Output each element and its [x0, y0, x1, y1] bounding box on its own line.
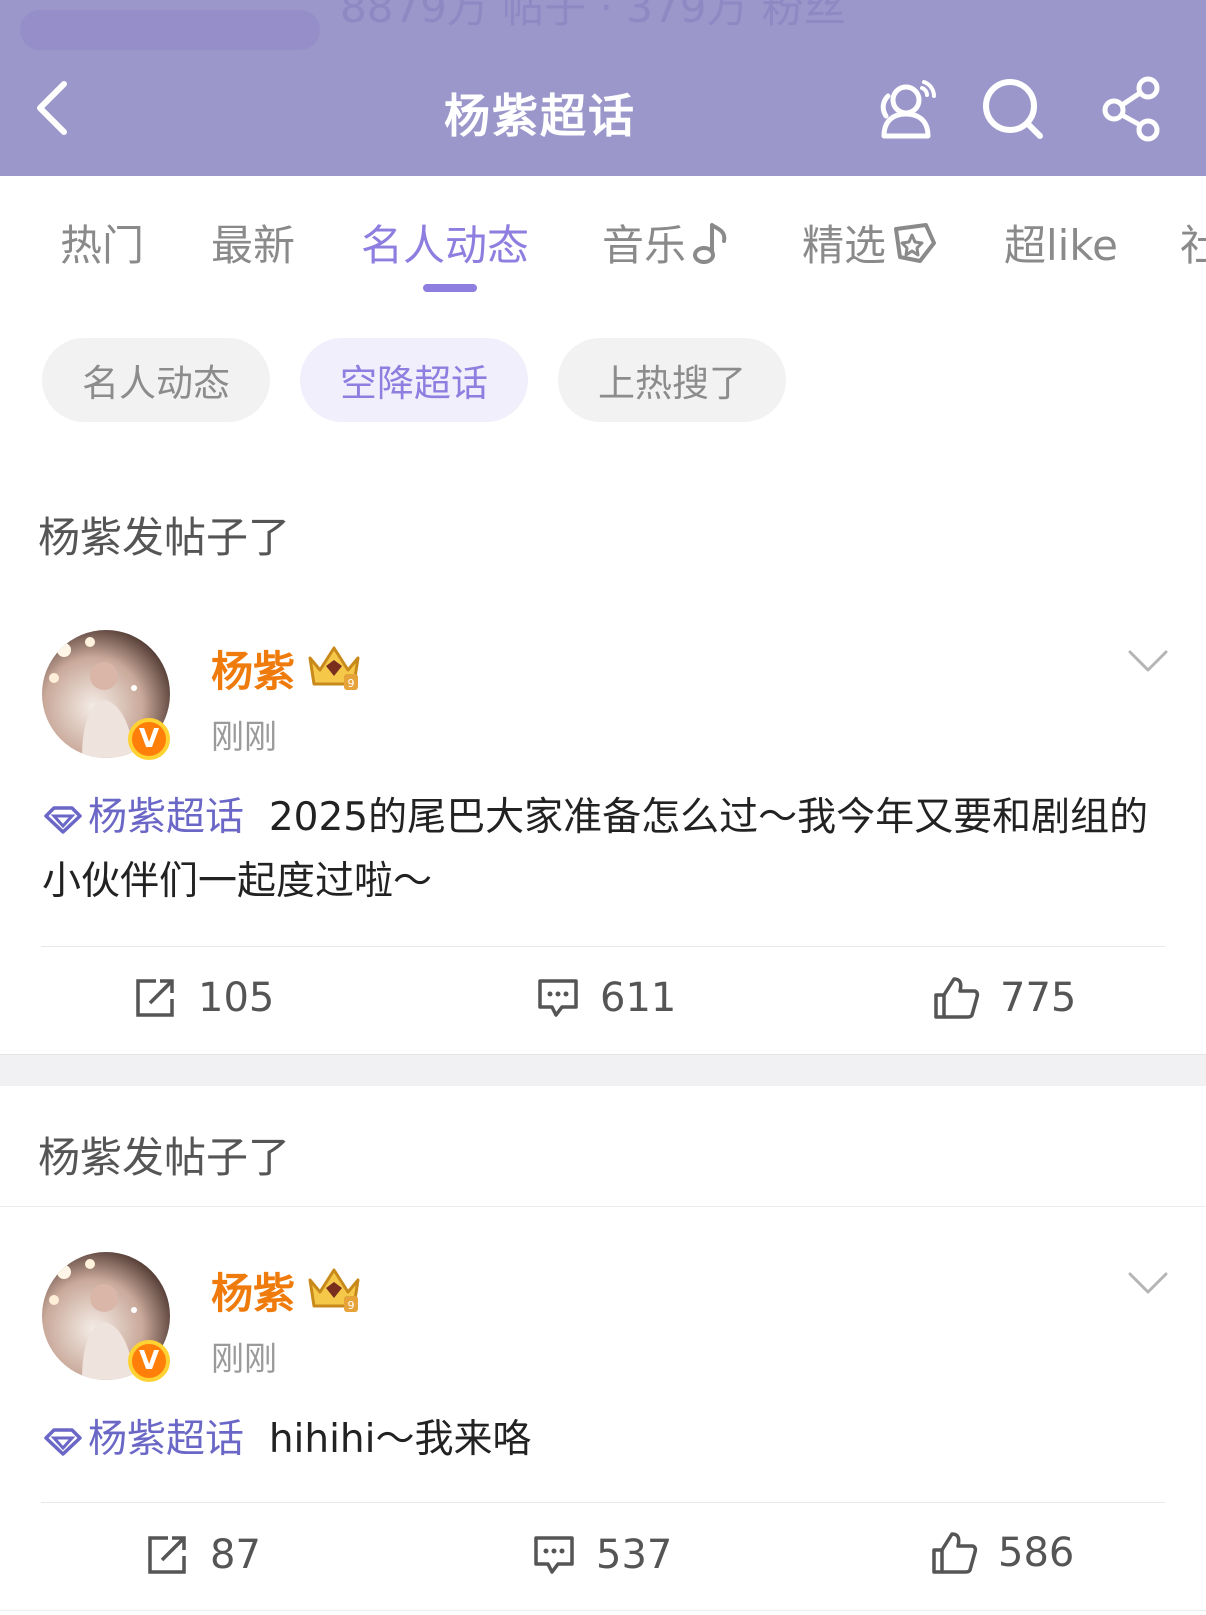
section-title: 杨紫发帖子了	[38, 1133, 291, 1182]
post-text: hihihi～我来咯	[268, 1417, 532, 1462]
svg-text:9: 9	[348, 677, 355, 690]
tab-music[interactable]: 音乐	[602, 212, 730, 273]
author-name[interactable]: 杨紫	[211, 1260, 295, 1321]
crown-level-icon: 9	[308, 1268, 360, 1312]
share-icon	[1102, 76, 1160, 142]
comment-button[interactable]: 537	[532, 1532, 672, 1578]
share-button[interactable]	[1096, 74, 1166, 144]
topic-link[interactable]: 杨紫超话	[42, 795, 244, 840]
post-time: 刚刚	[211, 1339, 277, 1378]
divider	[0, 1610, 1206, 1611]
tab-featured[interactable]: 精选	[802, 212, 938, 273]
faded-background-element	[20, 10, 320, 50]
thumbs-up-icon	[934, 977, 980, 1019]
post-content: 杨紫超话 hihihi～我来咯	[42, 1408, 1172, 1472]
comment-icon	[538, 979, 578, 1017]
star-badge-icon	[894, 222, 937, 263]
chip-airdrop-topic[interactable]: 空降超话	[300, 338, 528, 422]
divider	[41, 946, 1165, 947]
comment-icon	[534, 1536, 574, 1574]
repost-button[interactable]: 105	[134, 975, 274, 1021]
like-button[interactable]: 775	[932, 975, 1076, 1021]
filter-chips: 名人动态 空降超话 上热搜了	[0, 338, 1206, 424]
chip-celebrity-news[interactable]: 名人动态	[42, 338, 270, 422]
divider	[0, 1206, 1206, 1207]
repost-icon	[148, 1536, 186, 1574]
diamond-topic-icon	[44, 806, 82, 834]
divider	[41, 1502, 1165, 1503]
tab-celebrity-news[interactable]: 名人动态	[361, 212, 529, 273]
thumbs-up-icon	[932, 1532, 978, 1574]
search-button[interactable]	[978, 74, 1048, 144]
section-title: 杨紫发帖子了	[38, 513, 291, 562]
post-content: 杨紫超话 2025的尾巴大家准备怎么过～我今年又要和剧组的小伙伴们一起度过啦～	[42, 786, 1172, 914]
active-tab-indicator	[423, 284, 477, 292]
chevron-down-icon[interactable]	[1126, 1268, 1170, 1298]
verified-badge: V	[128, 718, 170, 760]
author-name[interactable]: 杨紫	[211, 638, 295, 699]
music-note-icon	[693, 222, 727, 264]
svg-text:9: 9	[348, 1299, 355, 1312]
search-icon	[983, 79, 1043, 139]
category-tabs: 热门 最新 名人动态 音乐 精选 超like 社	[0, 176, 1206, 294]
tab-more[interactable]: 社	[1180, 212, 1206, 273]
comment-button[interactable]: 611	[536, 975, 676, 1021]
topic-link[interactable]: 杨紫超话	[42, 1417, 244, 1462]
post-time: 刚刚	[211, 717, 277, 756]
repost-icon	[136, 979, 174, 1017]
faded-stats-text: 8879万 帖子 · 379万 粉丝	[340, 0, 846, 32]
crown-level-icon: 9	[308, 646, 360, 690]
verified-badge: V	[128, 1340, 170, 1382]
tab-super-like[interactable]: 超like	[1004, 212, 1118, 273]
chip-trending[interactable]: 上热搜了	[558, 338, 786, 422]
like-button[interactable]: 586	[930, 1530, 1074, 1576]
tab-latest[interactable]: 最新	[211, 212, 295, 273]
community-button[interactable]	[870, 74, 940, 144]
diamond-topic-icon	[44, 1428, 82, 1456]
top-bar: 8879万 帖子 · 379万 粉丝 杨紫超话	[0, 0, 1206, 176]
chevron-down-icon[interactable]	[1126, 646, 1170, 676]
community-icon	[880, 80, 936, 139]
repost-button[interactable]: 87	[146, 1532, 261, 1578]
tab-hot[interactable]: 热门	[60, 212, 144, 273]
section-separator	[0, 1054, 1206, 1086]
